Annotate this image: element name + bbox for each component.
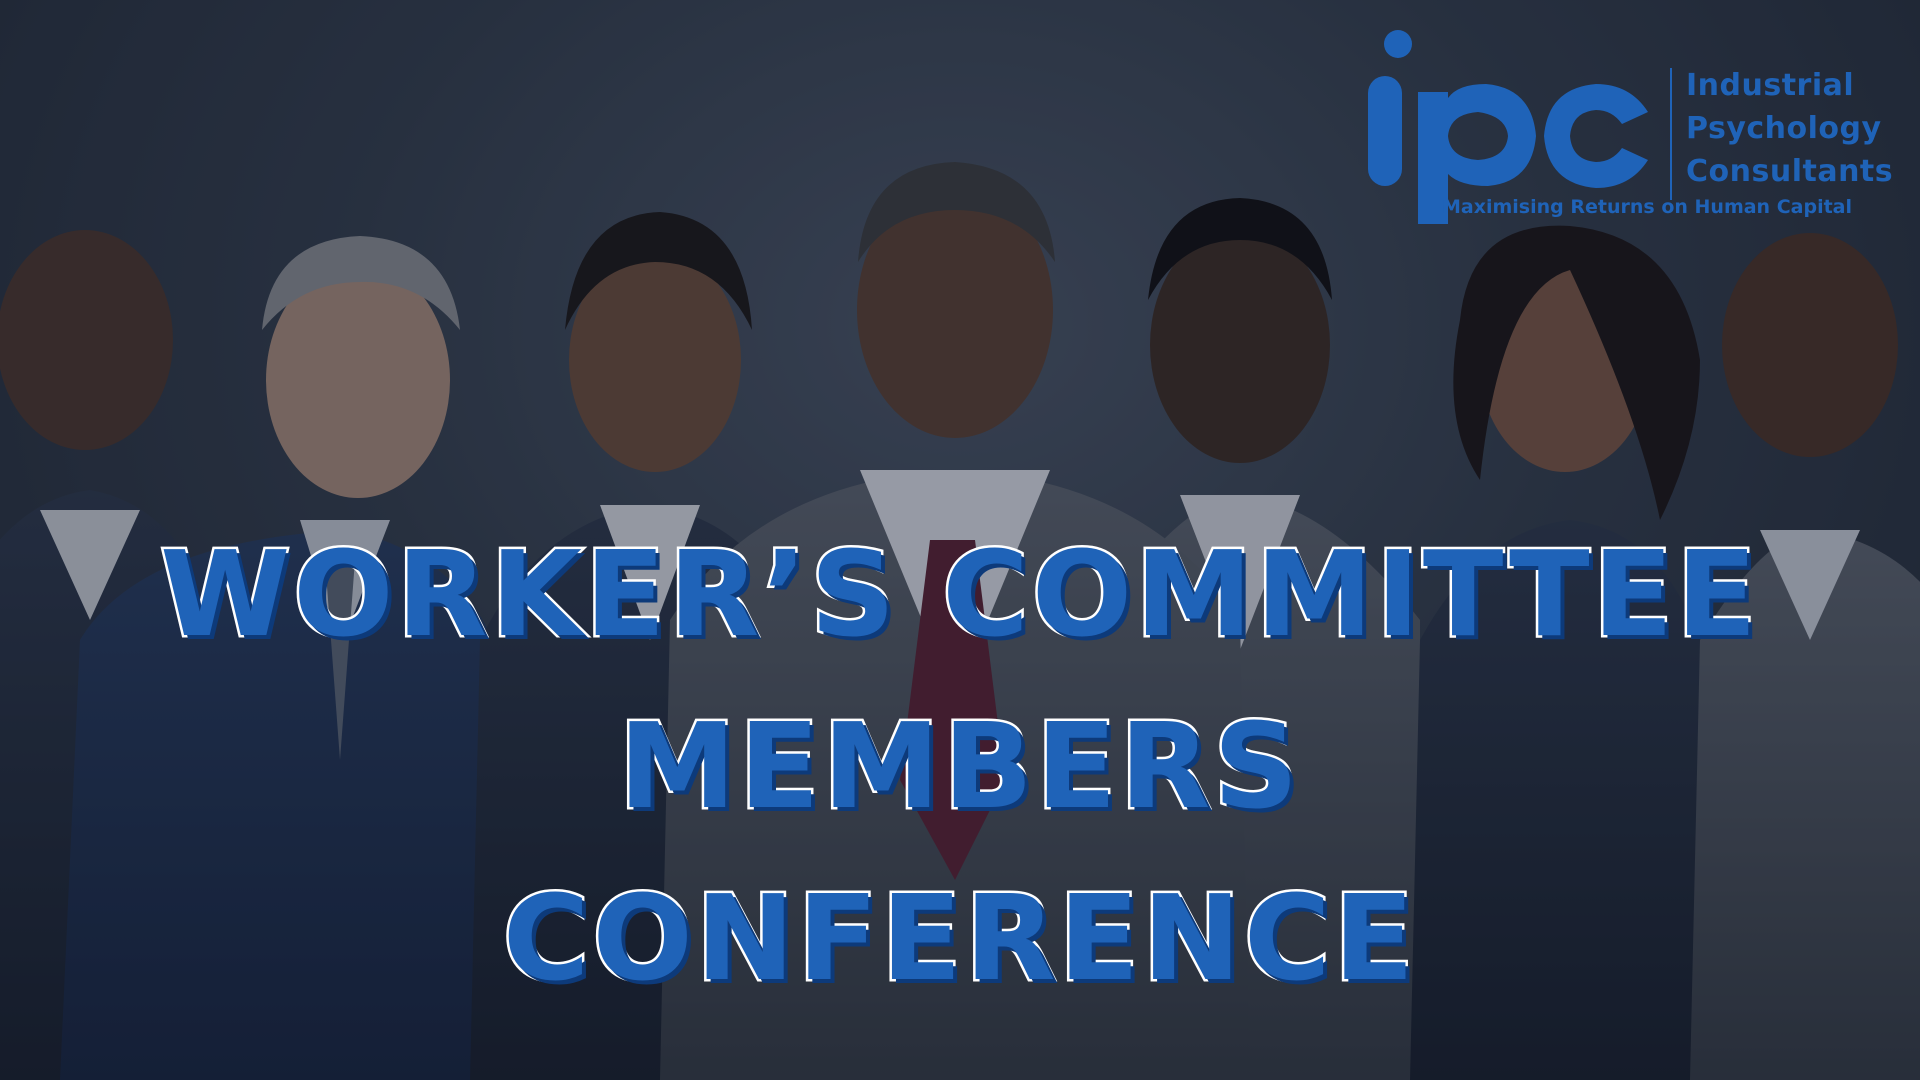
banner-title: WORKER’S COMMITTEE MEMBERS CONFERENCE xyxy=(0,508,1920,1024)
title-line-3: CONFERENCE xyxy=(500,867,1418,1010)
title-line-2: MEMBERS xyxy=(616,695,1302,838)
logo-word-consultants: Consultants xyxy=(1686,154,1894,189)
logo-divider xyxy=(1670,68,1672,200)
logo-wordmark: Industrial Psychology Consultants xyxy=(1686,64,1893,193)
ipc-logo: Industrial Psychology Consultants Maximi… xyxy=(1360,24,1893,234)
title-line-1: WORKER’S COMMITTEE xyxy=(158,523,1760,666)
logo-word-industrial: Industrial xyxy=(1686,68,1855,103)
logo-tagline: Maximising Returns on Human Capital xyxy=(1442,196,1852,218)
conference-banner: Industrial Psychology Consultants Maximi… xyxy=(0,0,1920,1080)
logo-word-psychology: Psychology xyxy=(1686,111,1882,146)
